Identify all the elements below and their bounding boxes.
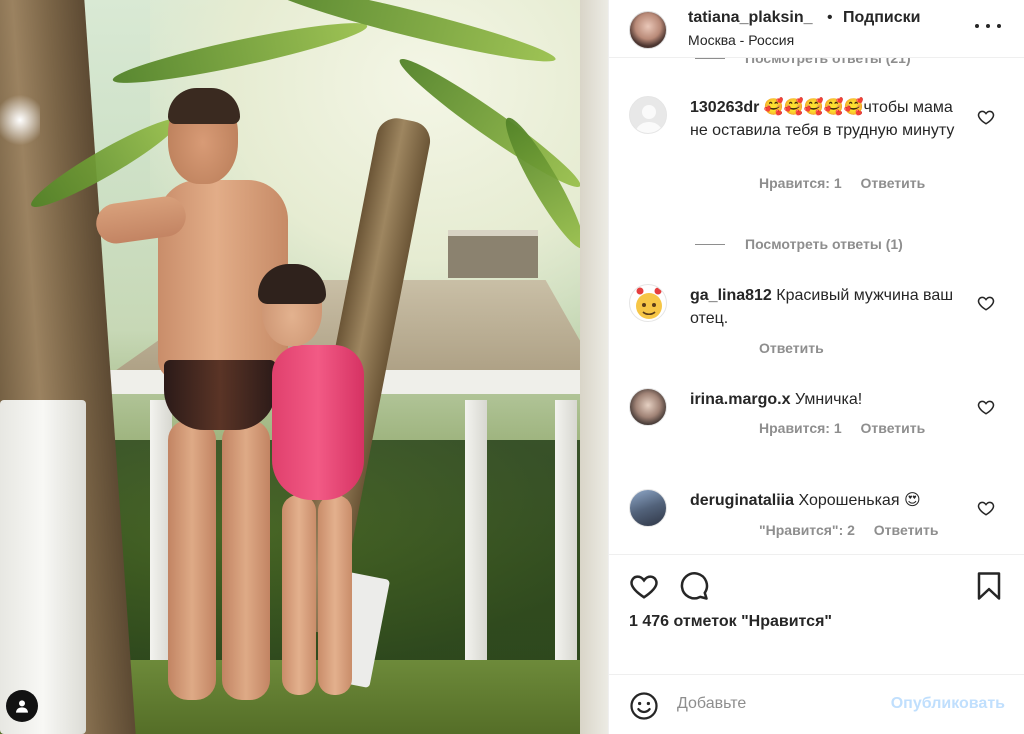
commenter-username[interactable]: ga_lina812 xyxy=(690,287,772,304)
separator-dot: • xyxy=(827,9,833,26)
comment-likes-count[interactable]: "Нравится": 2 xyxy=(759,522,855,538)
post-header: tatiana_plaksin_ • Подписки Москва - Рос… xyxy=(609,0,1024,58)
publish-button[interactable]: Опубликовать xyxy=(879,695,1005,713)
heart-icon[interactable] xyxy=(629,571,659,601)
heart-icon[interactable] xyxy=(977,108,995,126)
person-man-hair xyxy=(168,88,240,124)
comment-body: 130263dr 🥰🥰🥰🥰🥰чтобы мама не оставила теб… xyxy=(690,96,960,142)
more-dots-icon[interactable] xyxy=(975,16,1001,36)
smiley-icon[interactable] xyxy=(629,691,659,721)
commenter-avatar[interactable] xyxy=(629,284,667,322)
person-man-leg xyxy=(168,420,216,700)
commenter-avatar[interactable] xyxy=(629,489,667,527)
comment-likes-count[interactable]: Нравится: 1 xyxy=(759,420,842,436)
view-replies-label: Посмотреть ответы (1) xyxy=(745,236,903,252)
bookmark-icon[interactable] xyxy=(974,571,1004,601)
view-replies-button[interactable]: Посмотреть ответы (1) xyxy=(695,236,903,252)
commenter-username[interactable]: irina.margo.x xyxy=(690,391,790,408)
person-man-leg xyxy=(222,420,270,700)
author-username[interactable]: tatiana_plaksin_ xyxy=(688,9,813,27)
view-replies-button[interactable]: Посмотреть ответы (21) xyxy=(695,58,911,66)
comment-meta: Ответить xyxy=(759,340,839,356)
gazebo-roof-top xyxy=(448,230,538,278)
comment-body: deruginataliia Хорошенькая 😍 xyxy=(690,489,960,512)
likes-count[interactable]: 1 476 отметок "Нравится" xyxy=(629,613,832,631)
replies-divider-line xyxy=(695,58,725,59)
comment-text: Умничка! xyxy=(794,391,863,408)
commenter-avatar[interactable] xyxy=(629,388,667,426)
post-side-panel: tatiana_plaksin_ • Подписки Москва - Рос… xyxy=(608,0,1024,734)
comment-body: irina.margo.x Умничка! xyxy=(690,388,960,411)
comment-likes-count[interactable]: Нравится: 1 xyxy=(759,175,842,191)
gazebo-pillar xyxy=(555,400,577,690)
comment-body: ga_lina812 Красивый мужчина ваш отец. xyxy=(690,284,960,330)
add-comment-bar: Опубликовать xyxy=(609,674,1024,734)
reply-button[interactable]: Ответить xyxy=(861,175,926,191)
comment-item: irina.margo.x Умничка! Нравится: 1 Ответ… xyxy=(629,388,1009,458)
person-girl-leg xyxy=(318,495,352,695)
comment-text: Хорошенькая 😍 xyxy=(798,492,921,509)
comment-meta: Нравится: 1 Ответить xyxy=(759,175,940,191)
person-man-swimwear xyxy=(164,360,276,430)
commenter-avatar[interactable] xyxy=(629,96,667,134)
heart-icon[interactable] xyxy=(977,499,995,517)
reply-button[interactable]: Ответить xyxy=(759,340,824,356)
person-girl-leg xyxy=(282,495,316,695)
sun-flare xyxy=(0,90,40,150)
comments-list[interactable]: Посмотреть ответы (21) 130263dr 🥰🥰🥰🥰🥰что… xyxy=(609,58,1024,554)
view-replies-label: Посмотреть ответы (21) xyxy=(745,58,911,66)
comment-input[interactable] xyxy=(677,695,857,713)
following-button[interactable]: Подписки xyxy=(843,9,920,27)
post-actions: 1 476 отметок "Нравится" xyxy=(609,554,1024,670)
heart-icon[interactable] xyxy=(977,294,995,312)
person-girl-swimsuit xyxy=(272,345,364,500)
post-photo[interactable] xyxy=(0,0,608,734)
heart-icon[interactable] xyxy=(977,398,995,416)
author-avatar[interactable] xyxy=(629,11,667,49)
comment-item: 130263dr 🥰🥰🥰🥰🥰чтобы мама не оставила теб… xyxy=(629,96,1009,276)
user-tag-icon[interactable] xyxy=(6,690,38,722)
post-location[interactable]: Москва - Россия xyxy=(688,32,794,48)
photo-film-edge xyxy=(580,0,608,734)
gazebo-pillar xyxy=(465,400,487,690)
comment-item: deruginataliia Хорошенькая 😍 "Нравится":… xyxy=(629,489,1009,554)
comment-meta: "Нравится": 2 Ответить xyxy=(759,522,954,538)
comment-item: ga_lina812 Красивый мужчина ваш отец. От… xyxy=(629,284,1009,364)
commenter-username[interactable]: deruginataliia xyxy=(690,492,794,509)
reply-button[interactable]: Ответить xyxy=(861,420,926,436)
replies-divider-line xyxy=(695,243,725,245)
commenter-username[interactable]: 130263dr xyxy=(690,99,759,116)
palm-trunk-left-painted xyxy=(0,400,86,734)
comment-meta: Нравится: 1 Ответить xyxy=(759,420,940,436)
reply-button[interactable]: Ответить xyxy=(874,522,939,538)
comment-bubble-icon[interactable] xyxy=(679,571,709,601)
